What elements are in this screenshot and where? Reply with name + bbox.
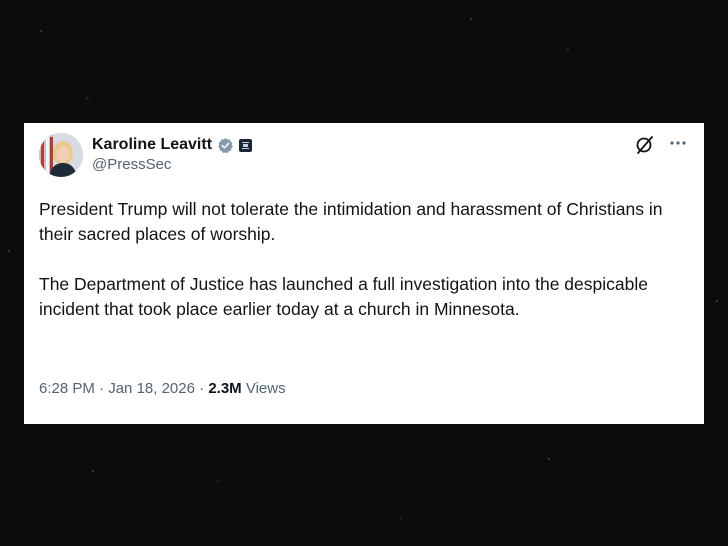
background-speck	[716, 300, 718, 302]
tweet-body: President Trump will not tolerate the in…	[39, 197, 689, 347]
background-speck	[620, 90, 621, 91]
background-speck	[470, 18, 472, 20]
more-options-icon[interactable]	[667, 133, 689, 153]
tweet-date[interactable]: Jan 18, 2026	[108, 380, 195, 397]
tweet-card[interactable]: Karoline Leavitt @PressSec President Tru…	[24, 123, 704, 424]
white-house-seal-icon[interactable]	[239, 138, 253, 152]
background-speck	[40, 30, 42, 32]
background-speck	[92, 470, 94, 472]
author-handle[interactable]: @PressSec	[92, 156, 171, 173]
meta-separator: ·	[99, 380, 105, 397]
tweet-time[interactable]: 6:28 PM	[39, 380, 95, 397]
avatar-portrait-icon	[39, 133, 83, 177]
views-count[interactable]: 2.3M	[208, 380, 241, 397]
author-name-row: Karoline Leavitt	[92, 135, 253, 155]
background-speck	[548, 458, 550, 460]
tweet-meta-row: 6:28 PM · Jan 18, 2026 · 2.3M Views	[39, 380, 286, 397]
background-speck	[8, 250, 10, 252]
tweet-paragraph: President Trump will not tolerate the in…	[39, 199, 663, 244]
grok-slash-icon[interactable]	[635, 135, 655, 155]
background-speck	[210, 60, 211, 61]
verified-badge-icon	[218, 137, 233, 153]
background-speck	[330, 505, 331, 506]
author-display-name[interactable]: Karoline Leavitt	[92, 136, 212, 154]
meta-separator: ·	[199, 380, 205, 397]
views-label[interactable]: Views	[246, 380, 286, 397]
author-avatar[interactable]	[39, 133, 83, 177]
tweet-paragraph: The Department of Justice has launched a…	[39, 274, 648, 319]
background-speck	[690, 520, 691, 521]
